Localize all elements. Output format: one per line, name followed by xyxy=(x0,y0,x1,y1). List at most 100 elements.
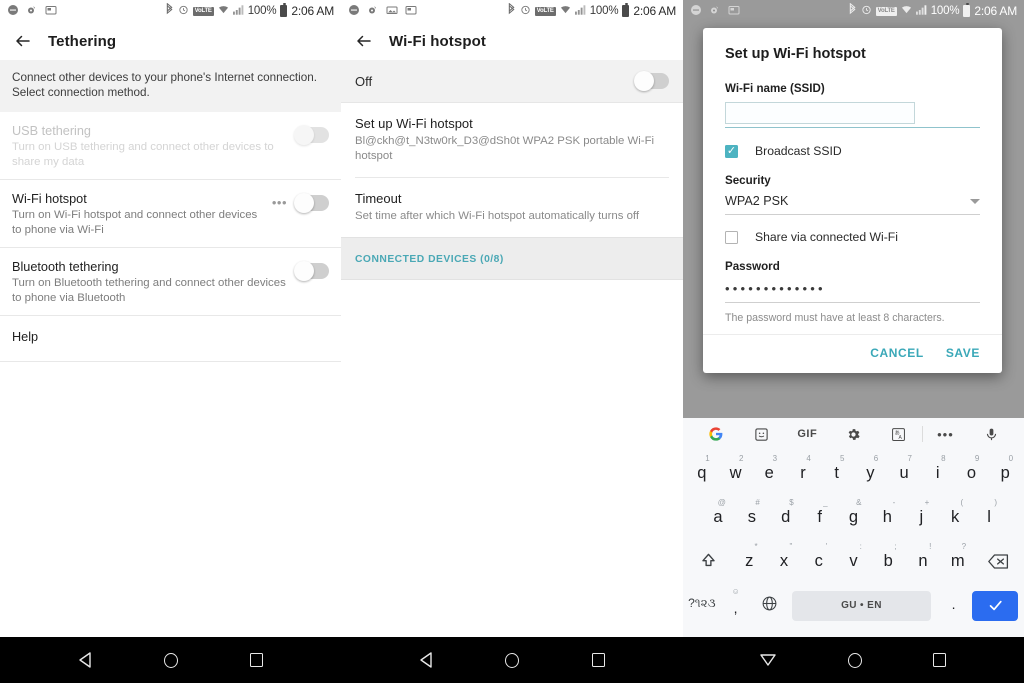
key-f[interactable]: _ f xyxy=(803,497,837,537)
ssid-field-label: Wi-Fi name (SSID) xyxy=(725,82,825,95)
key-c[interactable]: ' c xyxy=(801,541,836,581)
gear-icon[interactable] xyxy=(830,427,876,442)
recents-square-icon[interactable] xyxy=(250,653,264,667)
overflow-dots-icon[interactable]: ••• xyxy=(923,427,969,442)
panel-wifi-hotspot: VoLTE 100% 2:06 AM Wi-Fi hotspot Off Set… xyxy=(341,0,683,637)
back-arrow-icon[interactable] xyxy=(355,32,373,50)
home-shape xyxy=(847,652,862,668)
back-arrow-icon[interactable] xyxy=(14,32,32,50)
key-j[interactable]: + j xyxy=(904,497,938,537)
item-timeout[interactable]: Timeout Set time after which Wi-Fi hotsp… xyxy=(341,178,683,237)
bluetooth-tethering-toggle[interactable] xyxy=(294,261,329,281)
key-l[interactable]: ) l xyxy=(972,497,1006,537)
security-field-label: Security xyxy=(725,174,771,187)
key-t[interactable]: 5t xyxy=(820,453,854,493)
key-o[interactable]: 9o xyxy=(955,453,989,493)
ssid-input[interactable] xyxy=(725,102,915,124)
home-shape xyxy=(164,652,179,668)
period-key[interactable]: . xyxy=(937,584,971,624)
symbols-key[interactable]: ?૧૨૩ xyxy=(685,584,719,624)
key-u[interactable]: 7u xyxy=(887,453,921,493)
onscreen-keyboard: GIF あA ••• 1q 2w 3e 4r 5t 6y 7 u 8 i 9 o… xyxy=(683,418,1024,637)
recents-square-icon[interactable] xyxy=(591,653,605,667)
share-via-wifi-row[interactable]: Share via connected Wi-Fi xyxy=(725,230,980,244)
key-i[interactable]: 8i xyxy=(921,453,955,493)
key-label: j xyxy=(919,507,924,526)
key-a[interactable]: @ a xyxy=(701,497,735,537)
hotspot-master-toggle[interactable] xyxy=(634,71,669,91)
dialog-title: Set up Wi-Fi hotspot xyxy=(725,46,866,62)
keyboard-row-3: * z " x ' c :v ; b ! n ? m xyxy=(683,538,1024,582)
usb-tethering-toggle[interactable] xyxy=(294,125,329,145)
share-via-wifi-checkbox[interactable] xyxy=(725,230,738,244)
password-input[interactable]: ••••••••••••• xyxy=(725,280,980,298)
key-q[interactable]: 1q xyxy=(685,453,719,493)
broadcast-ssid-checkbox[interactable]: ✓ xyxy=(725,144,738,158)
save-button[interactable]: SAVE xyxy=(946,346,980,360)
row-subtitle: Turn on Bluetooth tethering and connect … xyxy=(12,277,286,304)
cancel-button[interactable]: CANCEL xyxy=(870,346,924,360)
status-system-icons: VoLTE 100% 2:06 AM xyxy=(507,2,676,19)
hide-keyboard-icon[interactable] xyxy=(760,653,777,667)
sticker-icon[interactable] xyxy=(739,427,785,442)
key-v[interactable]: :v xyxy=(836,541,871,581)
key-label: k xyxy=(951,507,960,526)
microphone-icon[interactable] xyxy=(968,427,1014,442)
security-field-underline xyxy=(725,214,980,215)
key-n[interactable]: ! n xyxy=(906,541,941,581)
back-triangle-icon[interactable] xyxy=(419,652,433,668)
overflow-dots-icon[interactable]: ••• xyxy=(272,196,287,209)
status-notification-icons xyxy=(690,4,740,19)
hotspot-master-switch-row[interactable]: Off xyxy=(341,60,683,103)
enter-key[interactable] xyxy=(972,590,1018,621)
key-y[interactable]: 6y xyxy=(854,453,888,493)
recents-square-icon[interactable] xyxy=(933,653,947,667)
google-logo-icon[interactable] xyxy=(693,426,739,442)
spacebar[interactable]: GU • EN xyxy=(792,590,931,621)
key-label: q xyxy=(697,463,707,482)
wifi-hotspot-toggle[interactable] xyxy=(294,193,329,213)
gif-button[interactable]: GIF xyxy=(784,428,830,440)
row-wifi-hotspot[interactable]: Wi-Fi hotspot Turn on Wi-Fi hotspot and … xyxy=(0,180,341,248)
home-circle-icon[interactable] xyxy=(847,652,862,668)
key-g[interactable]: & g xyxy=(837,497,871,537)
key-s[interactable]: # s xyxy=(735,497,769,537)
globe-icon[interactable] xyxy=(753,584,787,624)
key-m[interactable]: ? m xyxy=(940,541,975,581)
row-title: Wi-Fi hotspot xyxy=(12,192,87,206)
key-p[interactable]: 0p xyxy=(988,453,1022,493)
image-icon xyxy=(405,4,417,19)
key-x[interactable]: " x xyxy=(767,541,802,581)
key-w[interactable]: 2w xyxy=(719,453,753,493)
backspace-icon[interactable] xyxy=(975,541,1022,581)
home-circle-icon[interactable] xyxy=(505,652,520,668)
item-setup-wifi-hotspot[interactable]: Set up Wi-Fi hotspot Bl@ckh@t_N3tw0rk_D3… xyxy=(341,103,683,177)
appbar-wifi-hotspot: Wi-Fi hotspot xyxy=(341,22,683,60)
checkmark-icon: ✓ xyxy=(726,144,737,157)
key-sup: # xyxy=(755,498,760,507)
row-bluetooth-tethering[interactable]: Bluetooth tethering Turn on Bluetooth te… xyxy=(0,248,341,316)
key-h[interactable]: -h xyxy=(870,497,904,537)
key-sup: ' xyxy=(825,542,828,551)
translate-icon[interactable]: あA xyxy=(876,427,922,442)
key-z[interactable]: * z xyxy=(732,541,767,581)
key-k[interactable]: (k xyxy=(938,497,972,537)
shift-icon[interactable] xyxy=(685,541,732,581)
key-d[interactable]: $ d xyxy=(769,497,803,537)
row-usb-tethering[interactable]: USB tethering Turn on USB tethering and … xyxy=(0,112,341,180)
security-select[interactable]: WPA2 PSK xyxy=(725,194,980,208)
chevron-down-icon xyxy=(970,198,980,204)
help-label: Help xyxy=(12,330,39,344)
key-r[interactable]: 4r xyxy=(786,453,820,493)
key-e[interactable]: 3e xyxy=(752,453,786,493)
key-b[interactable]: ; b xyxy=(871,541,906,581)
status-clock: 2:06 AM xyxy=(633,4,676,18)
back-triangle-icon[interactable] xyxy=(78,652,92,668)
key-sup: * xyxy=(754,542,758,551)
broadcast-ssid-row[interactable]: ✓ Broadcast SSID xyxy=(725,144,980,158)
row-help[interactable]: Help xyxy=(0,316,341,362)
home-circle-icon[interactable] xyxy=(164,652,179,668)
comma-key[interactable]: ☺ , xyxy=(719,584,753,624)
alarm-icon xyxy=(861,4,872,18)
dialog-body: Set up Wi-Fi hotspot Wi-Fi name (SSID) ✓… xyxy=(703,28,1002,334)
